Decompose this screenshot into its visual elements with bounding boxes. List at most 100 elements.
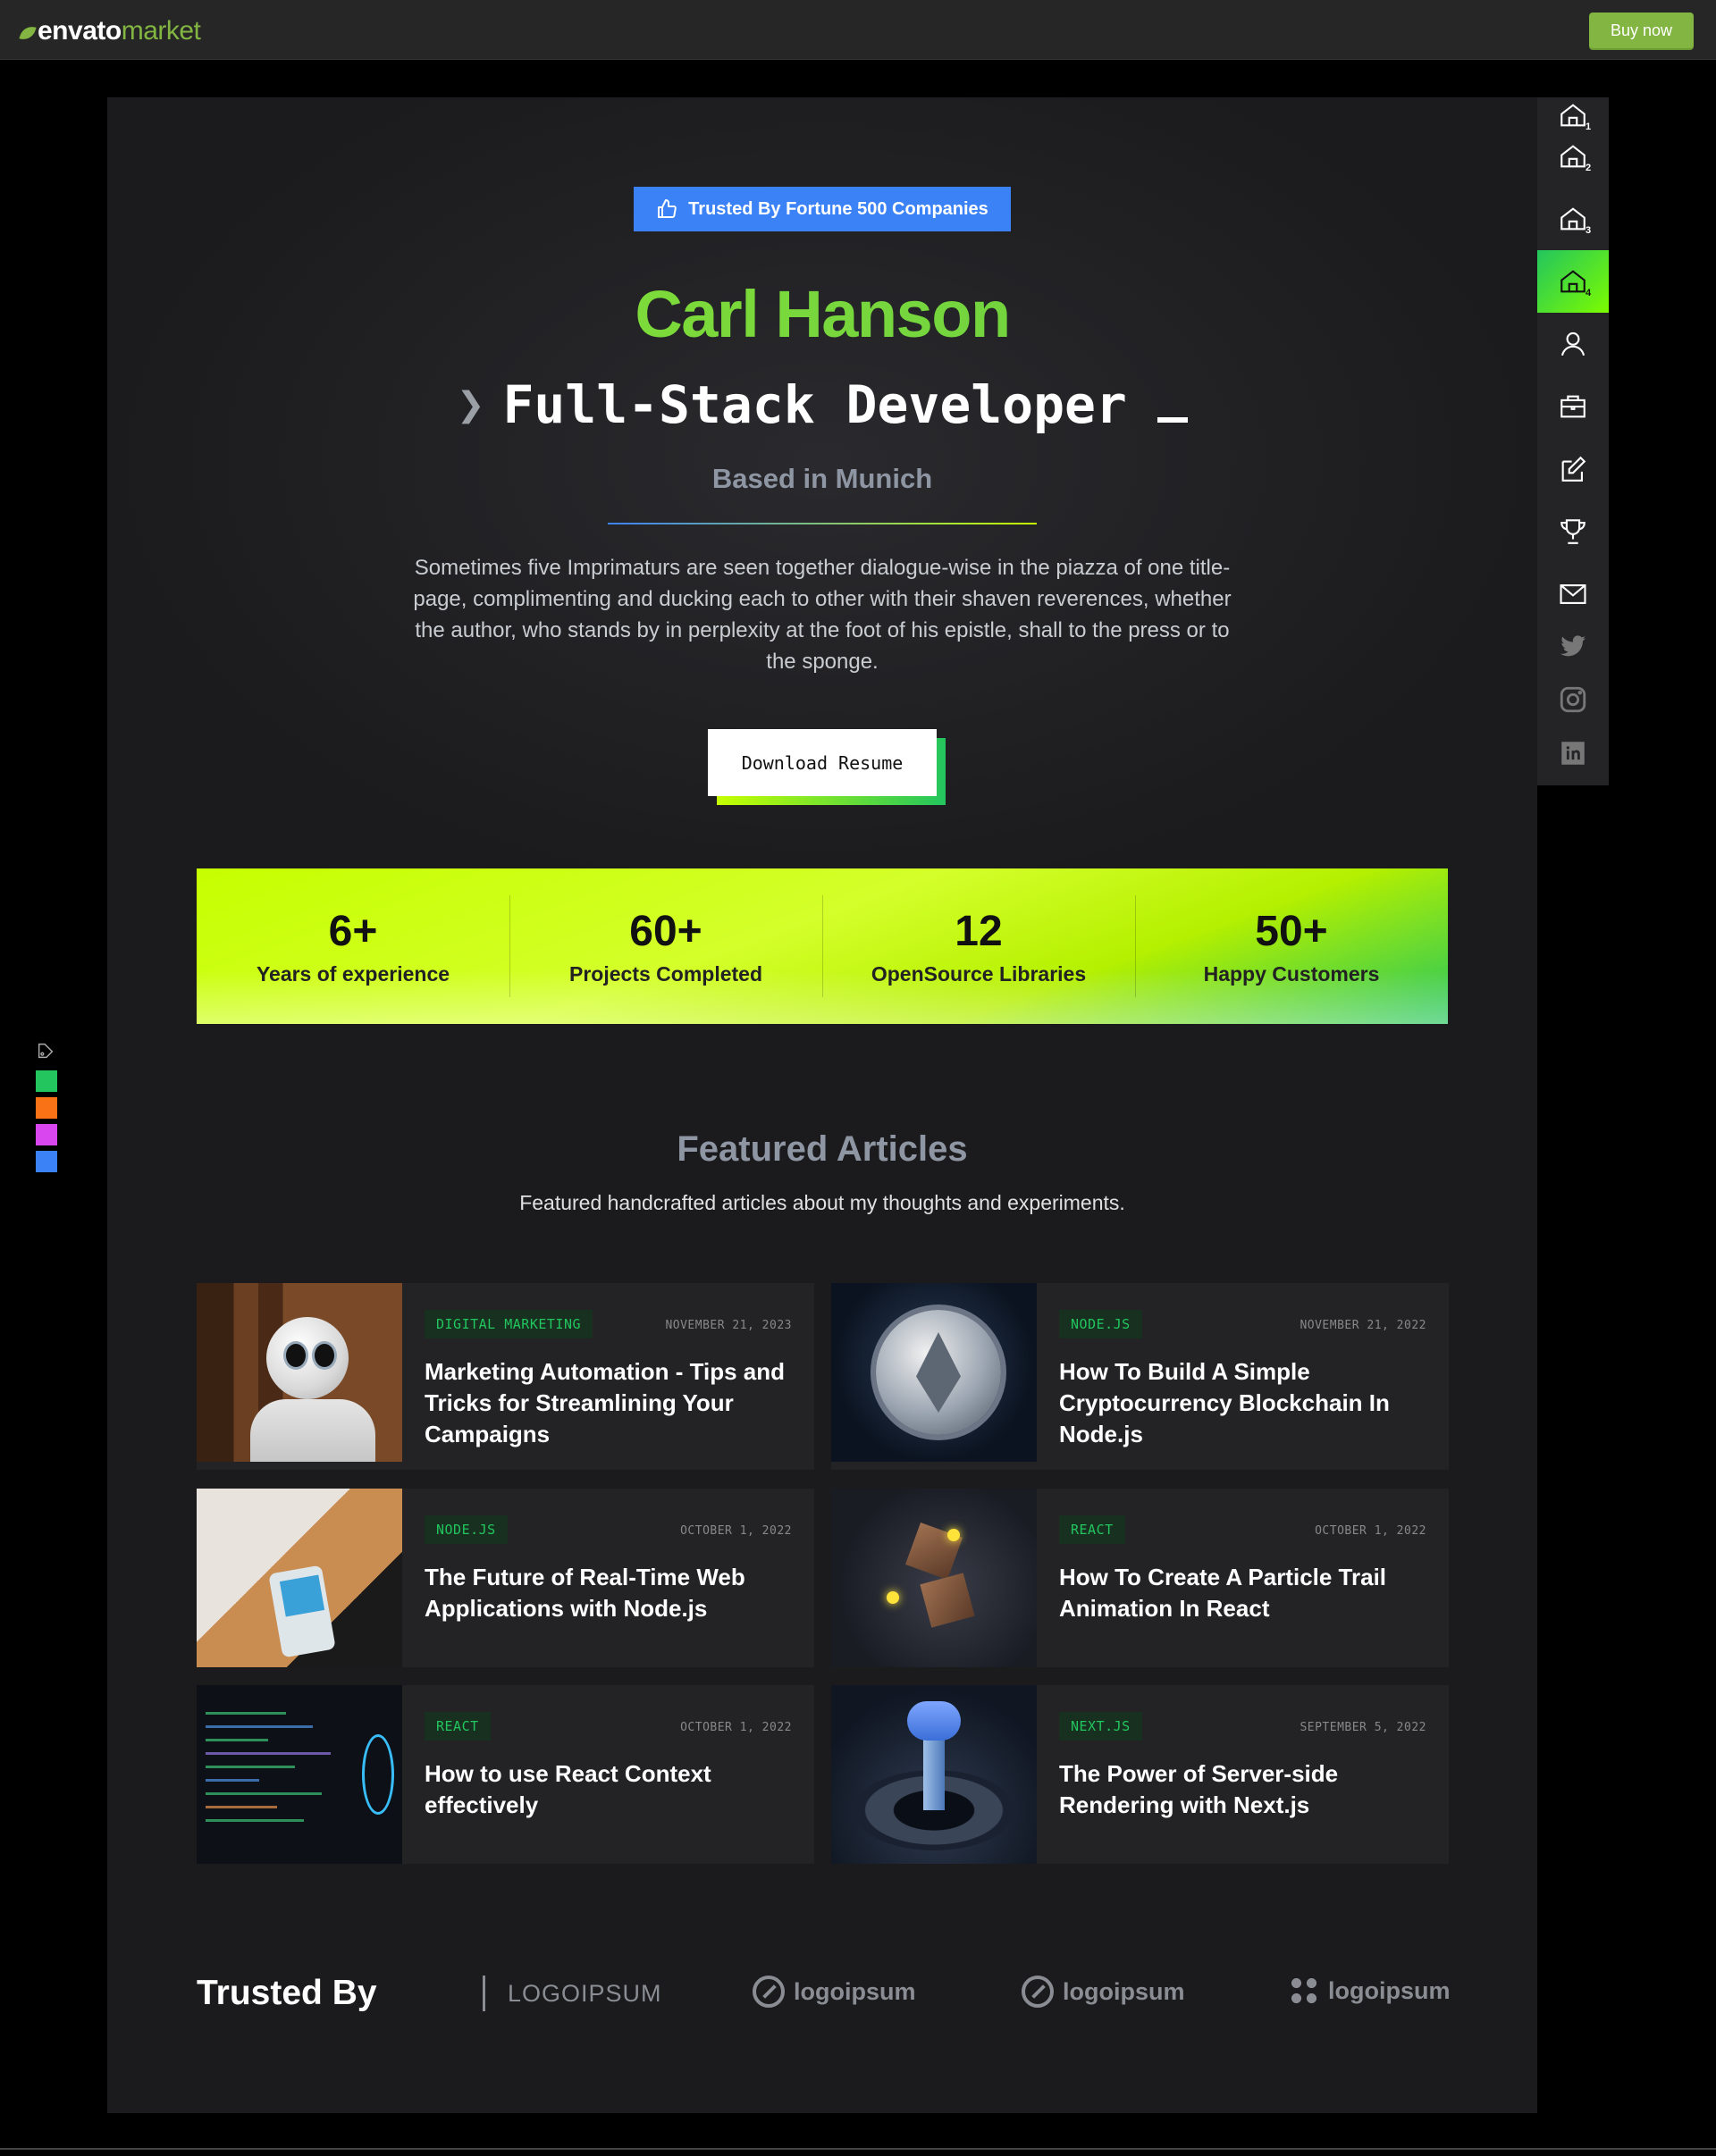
article-thumbnail-payment[interactable] — [197, 1489, 402, 1667]
nav-blog[interactable] — [1537, 438, 1609, 500]
article-title[interactable]: How To Create A Particle Trail Animation… — [1059, 1562, 1426, 1624]
article-date: OCTOBER 1, 2022 — [1315, 1524, 1426, 1538]
role-text: Full-Stack Developer — [502, 374, 1127, 435]
nav-home-4[interactable]: 4 — [1537, 250, 1609, 313]
featured-title: Featured Articles — [677, 1129, 968, 1169]
article-tag[interactable]: NODE.JS — [425, 1515, 508, 1544]
article-date: SEPTEMBER 5, 2022 — [1300, 1721, 1426, 1734]
nav-home-3[interactable]: 3 — [1537, 188, 1609, 250]
nav-work[interactable] — [1537, 375, 1609, 438]
stat-item: 60+ Projects Completed — [509, 868, 822, 1024]
buy-now-button[interactable]: Buy now — [1589, 13, 1694, 48]
linkedin-icon — [1561, 742, 1585, 765]
envato-topbar: envatomarket Buy now — [0, 0, 1716, 60]
article-card[interactable]: NEXT.JS SEPTEMBER 5, 2022 The Power of S… — [831, 1685, 1449, 1864]
article-title[interactable]: The Future of Real-Time Web Applications… — [425, 1562, 792, 1624]
nav-home-2[interactable]: 2 — [1537, 125, 1609, 188]
user-icon — [1560, 331, 1586, 357]
stats-band: 6+ Years of experience 60+ Projects Comp… — [197, 868, 1448, 1024]
article-title[interactable]: The Power of Server-side Rendering with … — [1059, 1758, 1426, 1821]
badge-label: Trusted By Fortune 500 Companies — [688, 198, 988, 219]
bottom-border — [0, 2148, 1716, 2150]
article-title[interactable]: How To Build A Simple Cryptocurrency Blo… — [1059, 1356, 1426, 1450]
hero-name: Carl Hanson — [107, 276, 1537, 352]
swatch-orange[interactable] — [36, 1097, 57, 1119]
download-resume-wrapper: Download Resume — [708, 729, 946, 805]
stat-label: Happy Customers — [1203, 961, 1380, 986]
dots-logo-icon — [1289, 1976, 1319, 2006]
article-thumbnail-3d[interactable] — [831, 1489, 1037, 1667]
home-icon — [1560, 207, 1586, 231]
stat-value: 60+ — [629, 907, 702, 955]
article-thumbnail-code[interactable] — [197, 1685, 402, 1864]
article-title[interactable]: How to use React Context effectively — [425, 1758, 792, 1821]
stat-value: 12 — [955, 907, 1003, 955]
typing-cursor — [1157, 417, 1188, 423]
stat-value: 50+ — [1255, 907, 1328, 955]
briefcase-icon — [1560, 395, 1586, 418]
article-date: OCTOBER 1, 2022 — [680, 1721, 792, 1734]
circle-logo-icon — [753, 1976, 785, 2008]
hero-bio: Sometimes five Imprimaturs are seen toge… — [413, 556, 1232, 674]
nav-twitter[interactable] — [1537, 619, 1609, 673]
trusted-badge: Trusted By Fortune 500 Companies — [634, 187, 1011, 231]
trophy-icon — [1560, 519, 1586, 544]
nav-awards[interactable] — [1537, 500, 1609, 563]
main-panel: Trusted By Fortune 500 Companies Carl Ha… — [107, 97, 1537, 2113]
article-tag[interactable]: REACT — [425, 1712, 491, 1741]
article-thumbnail-cloud[interactable] — [831, 1685, 1037, 1864]
stat-value: 6+ — [328, 907, 378, 955]
palette-icon[interactable] — [36, 1041, 55, 1061]
thumbs-up-icon — [658, 199, 677, 218]
brand-logo: logoipsum — [1289, 1976, 1451, 2006]
article-card[interactable]: NODE.JS OCTOBER 1, 2022 The Future of Re… — [197, 1489, 814, 1667]
leaf-icon — [19, 23, 37, 43]
article-tag[interactable]: DIGITAL MARKETING — [425, 1310, 593, 1338]
brand-logo: logoipsum — [753, 1976, 916, 2008]
article-card[interactable]: NODE.JS NOVEMBER 21, 2022 How To Build A… — [831, 1283, 1449, 1470]
chevron-right-icon: ❯ — [457, 378, 485, 432]
brand-logo: logoipsum — [1022, 1976, 1185, 2008]
stat-label: Projects Completed — [569, 961, 762, 986]
hero-location: Based in Munich — [711, 463, 933, 494]
download-resume-button[interactable]: Download Resume — [708, 729, 937, 796]
article-tag[interactable]: REACT — [1059, 1515, 1125, 1544]
swatch-blue[interactable] — [36, 1151, 57, 1172]
article-card[interactable]: DIGITAL MARKETING NOVEMBER 21, 2023 Mark… — [197, 1283, 814, 1470]
stat-item: 6+ Years of experience — [197, 868, 509, 1024]
article-date: OCTOBER 1, 2022 — [680, 1524, 792, 1538]
side-nav-rail: 1 2 3 4 — [1537, 97, 1609, 785]
circle-logo-icon — [1022, 1976, 1054, 2008]
gradient-divider — [608, 523, 1037, 524]
mail-icon — [1560, 584, 1586, 604]
stat-item: 50+ Happy Customers — [1135, 868, 1448, 1024]
home-icon — [1560, 270, 1586, 293]
featured-subtitle: Featured handcrafted articles about my t… — [519, 1191, 1125, 1214]
article-tag[interactable]: NEXT.JS — [1059, 1712, 1142, 1741]
hero-role: ❯ Full-Stack Developer — [107, 374, 1537, 435]
article-date: NOVEMBER 21, 2023 — [665, 1319, 792, 1332]
stat-label: Years of experience — [256, 961, 450, 986]
article-tag[interactable]: NODE.JS — [1059, 1310, 1142, 1338]
article-thumbnail-crypto[interactable] — [831, 1283, 1037, 1462]
nav-about[interactable] — [1537, 313, 1609, 375]
wheat-logo-icon — [483, 1976, 499, 2011]
nav-contact[interactable] — [1537, 563, 1609, 625]
stat-label: OpenSource Libraries — [871, 961, 1087, 986]
nav-linkedin[interactable] — [1537, 726, 1609, 780]
article-title[interactable]: Marketing Automation - Tips and Tricks f… — [425, 1356, 792, 1450]
stat-item: 12 OpenSource Libraries — [822, 868, 1135, 1024]
nav-instagram[interactable] — [1537, 673, 1609, 726]
instagram-icon — [1560, 686, 1586, 713]
edit-icon — [1561, 456, 1586, 482]
article-date: NOVEMBER 21, 2022 — [1300, 1319, 1426, 1332]
article-card[interactable]: REACT OCTOBER 1, 2022 How to use React C… — [197, 1685, 814, 1864]
brand-logo: LOGOIPSUM — [483, 1976, 662, 2011]
twitter-icon — [1560, 635, 1586, 657]
envato-logo[interactable]: envatomarket — [19, 16, 201, 46]
home-icon — [1560, 145, 1586, 168]
swatch-pink[interactable] — [36, 1124, 57, 1145]
swatch-green[interactable] — [36, 1070, 57, 1092]
article-thumbnail-robot[interactable] — [197, 1283, 402, 1462]
article-card[interactable]: REACT OCTOBER 1, 2022 How To Create A Pa… — [831, 1489, 1449, 1667]
